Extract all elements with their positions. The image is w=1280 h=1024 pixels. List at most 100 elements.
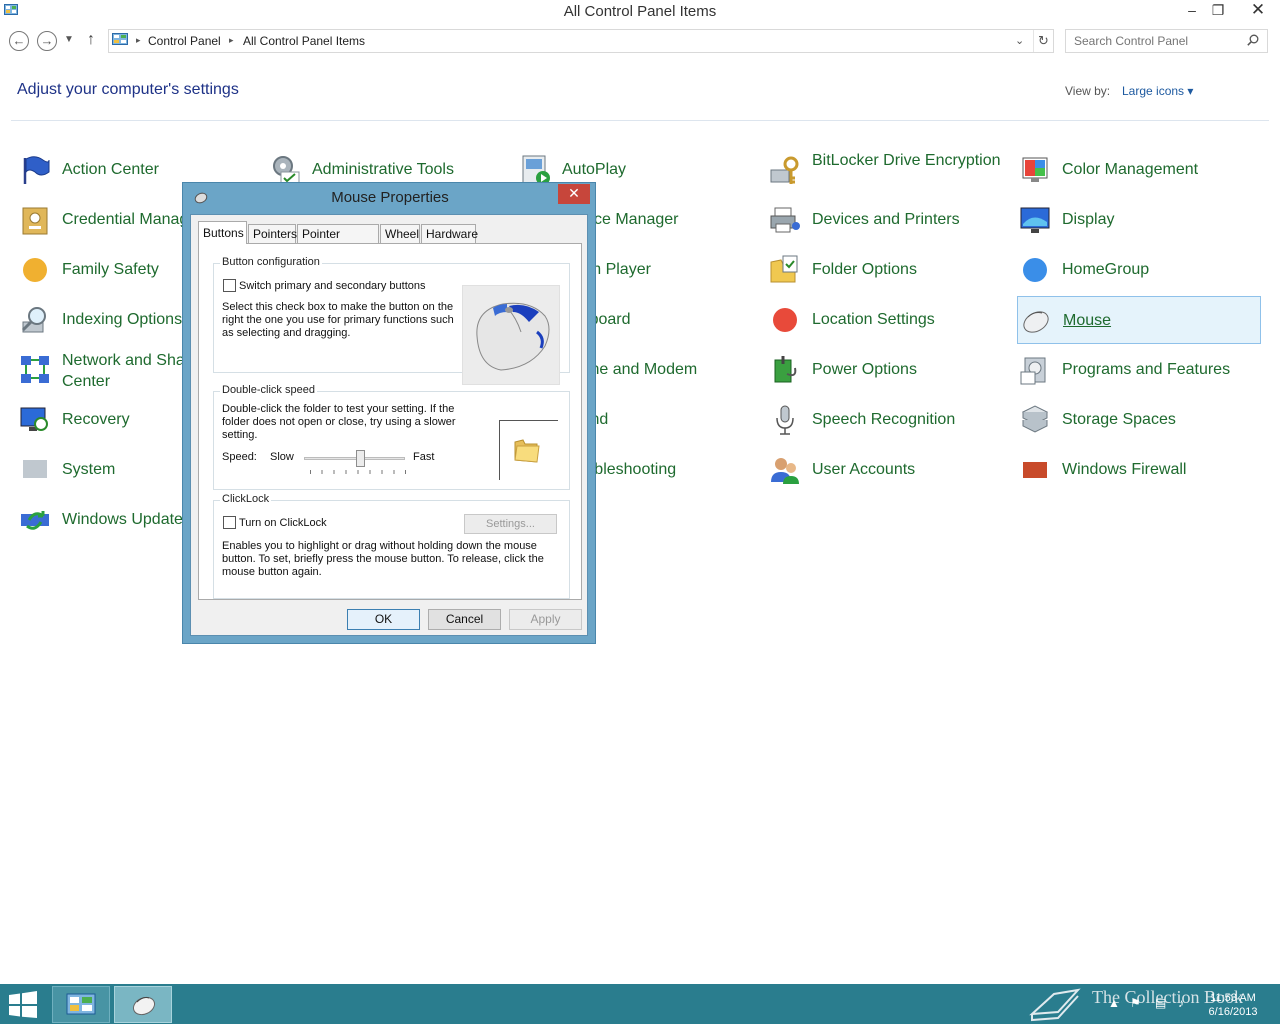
refresh-button[interactable]: ↻ bbox=[1033, 30, 1053, 52]
item-label: Mouse bbox=[1063, 312, 1112, 329]
address-dropdown-icon[interactable]: ⌄ bbox=[1015, 34, 1024, 47]
item-label: Action Center bbox=[62, 161, 159, 178]
tab-pointers[interactable]: Pointers bbox=[248, 224, 297, 243]
search-icon[interactable] bbox=[1247, 34, 1259, 46]
control-panel-item-bitlocker-drive-encryption[interactable]: BitLocker Drive Encryption bbox=[767, 146, 1011, 194]
breadcrumb-separator-icon[interactable]: ▸ bbox=[136, 35, 141, 46]
item-label: Power Options bbox=[812, 361, 917, 378]
control-panel-item-location-settings[interactable]: Location Settings bbox=[767, 296, 1011, 344]
tab-buttons[interactable]: Buttons bbox=[198, 221, 247, 244]
minimize-button[interactable]: – bbox=[1178, 0, 1206, 22]
control-panel-item-display[interactable]: Display bbox=[1017, 196, 1261, 244]
network-icon bbox=[21, 356, 49, 383]
clock[interactable]: 11:53 AM 6/16/2013 bbox=[1200, 991, 1266, 1019]
bitlocker-icon bbox=[770, 156, 799, 184]
location-icon bbox=[773, 308, 797, 332]
button-config-description: Select this check box to make the button… bbox=[222, 301, 454, 339]
action-center-flag-icon[interactable]: ⚑ bbox=[1130, 996, 1141, 1010]
close-button[interactable]: ✕ bbox=[1240, 0, 1276, 22]
control-panel-item-color-management[interactable]: Color Management bbox=[1017, 146, 1261, 194]
family-safety-icon bbox=[23, 258, 47, 282]
user-accounts-icon bbox=[771, 458, 799, 484]
group-title: Double-click speed bbox=[220, 384, 317, 396]
control-panel-item-user-accounts[interactable]: User Accounts bbox=[767, 446, 1011, 494]
speed-label: Speed: bbox=[222, 451, 257, 463]
indexing-icon bbox=[21, 307, 46, 333]
display-icon bbox=[1020, 207, 1050, 233]
dialog-close-button[interactable]: ✕ bbox=[558, 184, 590, 204]
windows-update-icon bbox=[21, 511, 49, 530]
control-panel-item-homegroup[interactable]: HomeGroup bbox=[1017, 246, 1261, 294]
item-label: Family Safety bbox=[62, 261, 159, 278]
volume-icon[interactable]: ♪ bbox=[1178, 996, 1184, 1010]
network-icon[interactable]: ▤ bbox=[1155, 996, 1166, 1010]
control-panel-item-mouse[interactable]: Mouse bbox=[1017, 296, 1261, 344]
item-label: Windows Update bbox=[62, 511, 183, 528]
view-by-label: View by: bbox=[1065, 84, 1111, 98]
control-panel-item-storage-spaces[interactable]: Storage Spaces bbox=[1017, 396, 1261, 444]
storage-icon bbox=[1021, 405, 1049, 433]
breadcrumb-separator-icon[interactable]: ▸ bbox=[229, 35, 234, 46]
cancel-button[interactable]: Cancel bbox=[428, 609, 501, 630]
flag-icon bbox=[23, 156, 50, 184]
item-label: Indexing Options bbox=[62, 311, 183, 328]
taskbar: The Collection Book ▲ ⚑ ▤ ♪ 11:53 AM 6/1… bbox=[0, 984, 1280, 1024]
tab-wheel[interactable]: Wheel bbox=[380, 224, 420, 243]
arrow-left-icon: ← bbox=[12, 33, 26, 48]
switch-buttons-label[interactable]: Switch primary and secondary buttons bbox=[239, 280, 425, 293]
taskbar-mouse-properties-button[interactable] bbox=[114, 986, 172, 1023]
control-panel-item-windows-firewall[interactable]: Windows Firewall bbox=[1017, 446, 1261, 494]
control-panel-icon bbox=[112, 33, 128, 45]
ok-button[interactable]: OK bbox=[347, 609, 420, 630]
control-panel-item-programs-and-features[interactable]: Programs and Features bbox=[1017, 346, 1261, 394]
clicklock-checkbox[interactable] bbox=[223, 516, 236, 529]
item-label: Programs and Features bbox=[1062, 361, 1231, 378]
speed-slider-track[interactable] bbox=[304, 457, 405, 460]
breadcrumb-all-items[interactable]: All Control Panel Items bbox=[243, 34, 365, 48]
group-title: ClickLock bbox=[220, 493, 272, 505]
printer-icon bbox=[770, 207, 800, 233]
color-management-icon bbox=[1022, 157, 1048, 182]
clock-time: 11:53 AM bbox=[1210, 992, 1256, 1004]
book-watermark-icon bbox=[1029, 988, 1081, 1022]
breadcrumb-control-panel[interactable]: Control Panel bbox=[148, 34, 221, 48]
forward-button[interactable]: → bbox=[37, 31, 57, 51]
control-panel-item-devices-and-printers[interactable]: Devices and Printers bbox=[767, 196, 1011, 244]
control-panel-item-power-options[interactable]: Power Options bbox=[767, 346, 1011, 394]
taskbar-control-panel-button[interactable] bbox=[52, 986, 110, 1023]
title-bar: All Control Panel Items – ❐ ✕ bbox=[0, 0, 1280, 24]
search-input[interactable] bbox=[1074, 30, 1244, 52]
mouse-icon bbox=[476, 302, 550, 371]
windows-start-icon[interactable] bbox=[8, 991, 38, 1018]
fast-label: Fast bbox=[413, 451, 435, 463]
tab-hardware[interactable]: Hardware bbox=[421, 224, 478, 243]
control-panel-item-speech-recognition[interactable]: Speech Recognition bbox=[767, 396, 1011, 444]
clicklock-label[interactable]: Turn on ClickLock bbox=[239, 517, 327, 530]
control-panel-item-folder-options[interactable]: Folder Options bbox=[767, 246, 1011, 294]
mouse-icon bbox=[1023, 311, 1049, 333]
tab-pointer-options[interactable]: Pointer Options bbox=[297, 224, 379, 255]
item-label: Devices and Printers bbox=[812, 211, 960, 228]
restore-button[interactable]: ❐ bbox=[1204, 0, 1232, 22]
item-label: Speech Recognition bbox=[812, 411, 956, 428]
speed-slider-thumb[interactable] bbox=[355, 450, 365, 467]
address-bar[interactable]: ▸ Control Panel ▸ All Control Panel Item… bbox=[108, 29, 1054, 53]
up-button[interactable]: ↑ bbox=[87, 31, 95, 49]
navigation-bar: ← → ▼ ↑ ▸ Control Panel ▸ All Control Pa… bbox=[0, 28, 1280, 54]
recovery-icon bbox=[20, 407, 48, 431]
item-label: Administrative Tools bbox=[312, 161, 454, 178]
mouse-illustration bbox=[462, 285, 560, 385]
test-folder[interactable] bbox=[499, 420, 558, 480]
apply-button[interactable]: Apply bbox=[509, 609, 582, 630]
arrow-right-icon: → bbox=[40, 33, 54, 48]
folder-options-icon bbox=[770, 255, 798, 283]
clicklock-settings-button[interactable]: Settings... bbox=[464, 514, 557, 534]
credential-icon bbox=[22, 207, 48, 235]
show-hidden-icons-icon[interactable]: ▲ bbox=[1108, 996, 1120, 1010]
view-by-dropdown[interactable]: Large icons ▾ bbox=[1122, 84, 1193, 98]
search-box[interactable] bbox=[1065, 29, 1268, 53]
recent-locations-dropdown[interactable]: ▼ bbox=[64, 34, 74, 45]
firewall-icon bbox=[1023, 462, 1047, 478]
back-button[interactable]: ← bbox=[9, 31, 29, 51]
switch-buttons-checkbox[interactable] bbox=[223, 279, 236, 292]
